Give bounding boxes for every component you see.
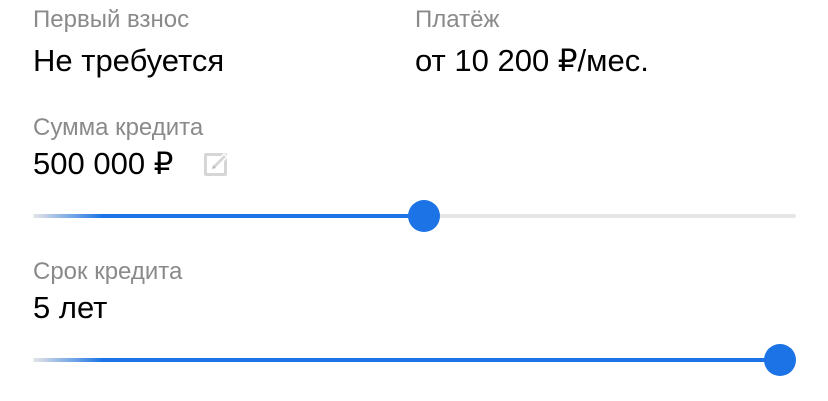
loan-amount-slider[interactable] — [33, 199, 796, 233]
loan-amount-slider-fill — [33, 214, 424, 218]
down-payment-label: Первый взнос — [33, 6, 190, 33]
loan-term-value: 5 лет — [33, 290, 108, 325]
payment-value: от 10 200 ₽/мес. — [415, 43, 649, 78]
edit-icon[interactable] — [203, 150, 231, 178]
loan-term-slider-thumb[interactable] — [764, 344, 796, 376]
loan-amount-slider-thumb[interactable] — [407, 200, 440, 232]
loan-amount-label: Сумма кредита — [33, 114, 204, 141]
down-payment-value: Не требуется — [33, 43, 225, 78]
loan-term-slider[interactable] — [33, 343, 796, 377]
loan-term-label: Срок кредита — [33, 258, 183, 285]
loan-amount-value[interactable]: 500 000 ₽ — [33, 146, 173, 182]
loan-term-slider-fill — [33, 358, 780, 362]
loan-calculator: Первый взнос Не требуется Платёж от 10 2… — [0, 0, 828, 401]
payment-label: Платёж — [415, 6, 500, 33]
